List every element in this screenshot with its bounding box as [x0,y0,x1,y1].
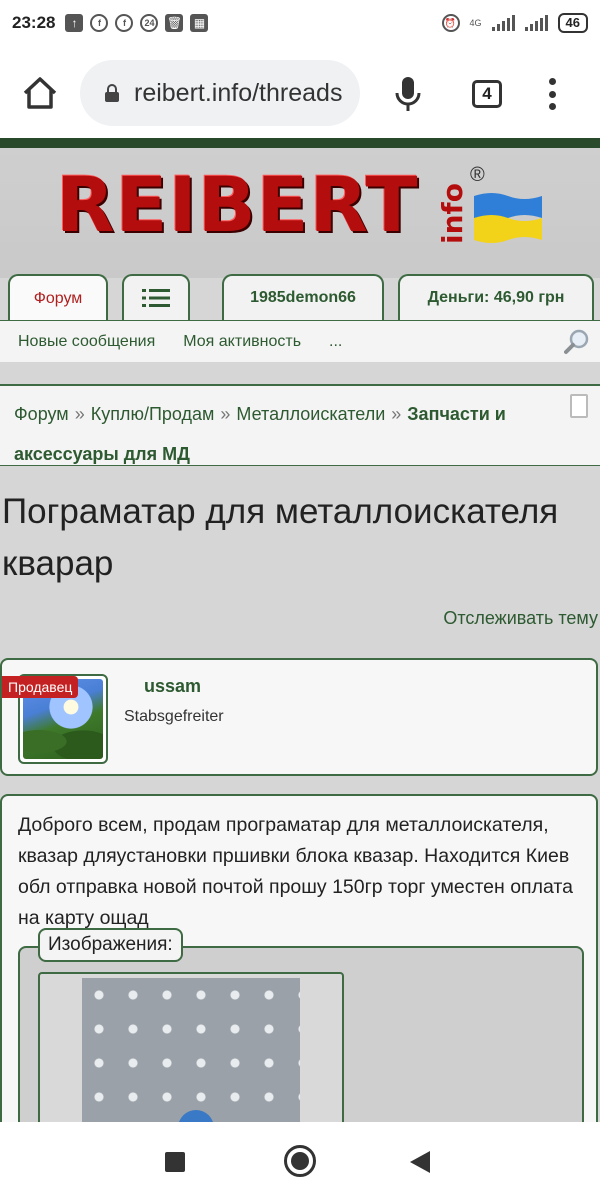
browser-menu-icon[interactable] [546,78,558,110]
status-bar: 23:28 ↑ f f 24 🗑 ▦ ⏰ 4G 46 [0,0,600,46]
sub-navigation: Новые сообщения Моя активность ... [0,320,600,362]
breadcrumb-buy-sell[interactable]: Куплю/Продам [91,404,215,424]
signal-icon [491,15,515,31]
breadcrumb: Форум» Куплю/Продам» Металлоискатели» Запча… [0,384,600,466]
tab-forum[interactable]: Форум [8,274,108,322]
web-page: REIBERT info ® Форум 1985demon66 Деньги:… [0,138,600,1122]
list-icon[interactable] [122,274,190,320]
more-link[interactable]: ... [329,333,342,351]
home-button-icon[interactable] [284,1145,316,1177]
site-logo[interactable]: REIBERT [56,160,419,249]
facebook-icon: f [115,14,134,32]
author-rank: Stabsgefreiter [124,708,224,725]
tab-switcher-button[interactable]: 4 [472,80,502,108]
follow-thread-link[interactable]: Отслеживать тему [443,608,598,629]
url-text: reibert.info/threads [134,78,343,107]
top-stripe [0,138,600,148]
registered-mark: ® [470,164,485,186]
tab-user-account[interactable]: 1985demon66 [222,274,384,320]
back-icon[interactable] [410,1151,430,1173]
post-content: Доброго всем, продам програматар для мет… [0,794,598,1122]
post-body: Доброго всем, продам програматар для мет… [18,814,573,929]
network-type: 4G [469,18,482,28]
status-time: 23:28 [12,13,56,32]
forum-nav-tabs: Форум 1985demon66 Деньги: 46,90 грн [0,274,600,322]
attachment-thumbnail[interactable] [82,978,300,1122]
upload-icon: ↑ [65,14,84,32]
breadcrumb-forum[interactable]: Форум [14,404,69,424]
calendar-icon: ▦ [190,14,209,32]
post-author-card: Продавец ussam Stabsgefreiter [0,658,598,776]
ukraine-flag-icon [474,193,542,243]
search-icon[interactable] [564,329,590,355]
attachments-box: Изображения: [18,928,584,1122]
battery-icon: 46 [557,13,588,33]
24-badge-icon: 24 [140,14,159,32]
browser-toolbar: reibert.info/threads 4 [0,46,600,138]
document-icon[interactable] [570,394,588,418]
alarm-icon: ⏰ [441,14,460,32]
trash-icon: 🗑 [165,14,184,32]
new-messages-link[interactable]: Новые сообщения [18,333,155,351]
site-logo-suffix: info [436,183,469,244]
facebook-icon: f [90,14,109,32]
site-header: REIBERT info ® [0,148,600,278]
attachments-label: Изображения: [38,928,183,962]
lock-icon [105,84,119,102]
url-bar[interactable]: reibert.info/threads [80,60,360,126]
home-icon[interactable] [22,76,58,110]
attachment-thumbnail-frame[interactable] [38,972,344,1122]
page-title: Пограматар для металлоискателя кварар [2,492,559,583]
seller-badge: Продавец [2,676,79,698]
notification-icons: ↑ f f 24 🗑 ▦ [65,14,209,32]
recent-apps-icon[interactable] [165,1152,185,1172]
system-nav-bar [0,1122,600,1200]
signal-icon [524,15,548,31]
breadcrumb-metal-detectors[interactable]: Металлоискатели [236,404,385,424]
author-username[interactable]: ussam [144,676,201,697]
tab-balance[interactable]: Деньги: 46,90 грн [398,274,594,320]
microphone-icon[interactable] [395,76,421,112]
my-activity-link[interactable]: Моя активность [183,333,301,351]
